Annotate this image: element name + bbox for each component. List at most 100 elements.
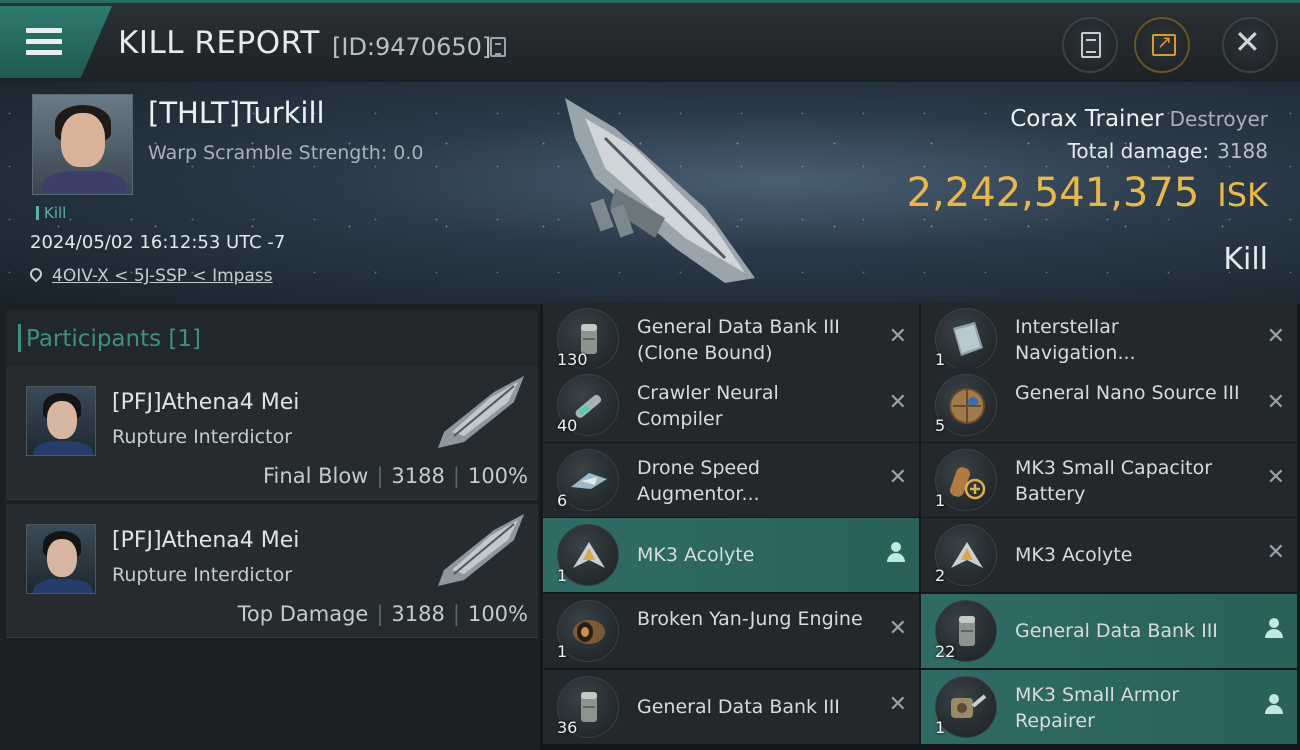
destroyed-icon: ✕ bbox=[1266, 540, 1285, 565]
kill-id: [ID:9470650] bbox=[332, 33, 492, 61]
item-quantity: 1 bbox=[935, 350, 946, 369]
kill-tag: Kill bbox=[36, 204, 66, 222]
participants-header: Participants [1] bbox=[6, 310, 538, 366]
participant-percent: 100% bbox=[467, 602, 528, 626]
item-row[interactable]: 1 Broken Yan-Jung Engine ✕ bbox=[543, 594, 919, 668]
share-icon bbox=[1152, 32, 1176, 56]
notes-button[interactable] bbox=[1062, 17, 1118, 73]
item-name: General Data Bank III (Clone Bound) bbox=[637, 316, 840, 364]
dropped-person-icon bbox=[887, 542, 905, 564]
item-quantity: 130 bbox=[557, 350, 588, 369]
share-button[interactable] bbox=[1134, 17, 1190, 73]
victim-summary: [THLT]Turkill Warp Scramble Strength: 0.… bbox=[0, 82, 1300, 304]
participant-ship: Rupture Interdictor bbox=[112, 426, 292, 448]
warp-scramble-strength: Warp Scramble Strength: 0.0 bbox=[148, 142, 424, 164]
item-name: Drone Speed Augmentor... bbox=[637, 457, 760, 505]
close-icon: ✕ bbox=[1234, 23, 1261, 61]
item-name: MK3 Acolyte bbox=[637, 544, 755, 566]
report-result: Kill bbox=[1223, 242, 1268, 277]
menu-button[interactable] bbox=[0, 6, 112, 78]
copy-icon[interactable] bbox=[490, 37, 506, 57]
item-name: General Data Bank III bbox=[637, 696, 840, 718]
item-name: General Nano Source III bbox=[1015, 382, 1240, 404]
participant-name: [PFJ]Athena4 Mei bbox=[112, 528, 300, 553]
destroyed-icon: ✕ bbox=[888, 324, 907, 349]
destroyed-icon: ✕ bbox=[1266, 324, 1285, 349]
item-row-dropped[interactable]: 22 General Data Bank III bbox=[921, 594, 1297, 668]
participant-role: Top Damage bbox=[237, 602, 369, 626]
item-row[interactable]: 1 Interstellar Navigation... ✕ bbox=[921, 302, 1297, 376]
item-quantity: 5 bbox=[935, 416, 946, 435]
item-quantity: 36 bbox=[557, 718, 578, 737]
participant-damage: 3188 bbox=[391, 464, 445, 488]
item-name: Interstellar Navigation... bbox=[1015, 316, 1136, 364]
item-name: MK3 Small Armor Repairer bbox=[1015, 684, 1180, 732]
total-damage: Total damage: 3188 bbox=[1068, 139, 1268, 163]
destroyed-icon: ✕ bbox=[888, 616, 907, 641]
destroyed-icon: ✕ bbox=[888, 465, 907, 490]
item-quantity: 2 bbox=[935, 566, 946, 585]
participant-ship-image bbox=[438, 376, 524, 448]
dropped-person-icon bbox=[1265, 618, 1283, 640]
item-row-dropped[interactable]: 1 MK3 Acolyte bbox=[543, 518, 919, 592]
victim-avatar[interactable] bbox=[32, 94, 133, 195]
location-link[interactable]: 4OIV-X < 5J-SSP < Impass bbox=[52, 266, 273, 286]
item-name: Crawler Neural Compiler bbox=[637, 382, 779, 430]
victim-name[interactable]: [THLT]Turkill bbox=[148, 96, 325, 130]
participant-stats: Final Blow | 3188 | 100% bbox=[263, 464, 528, 488]
item-row[interactable]: 6 Drone Speed Augmentor... ✕ bbox=[543, 443, 919, 517]
ship-class: Destroyer bbox=[1169, 107, 1268, 131]
item-quantity: 1 bbox=[557, 566, 568, 585]
item-row[interactable]: 5 General Nano Source III ✕ bbox=[921, 368, 1297, 442]
item-name: MK3 Acolyte bbox=[1015, 544, 1133, 566]
destroyed-icon: ✕ bbox=[888, 390, 907, 415]
isk-amount: 2,242,541,375 bbox=[906, 170, 1200, 216]
page-title: KILL REPORT bbox=[118, 25, 320, 61]
participant-ship-image bbox=[438, 514, 524, 586]
total-damage-value: 3188 bbox=[1217, 139, 1268, 163]
participant-percent: 100% bbox=[467, 464, 528, 488]
item-quantity: 1 bbox=[935, 491, 946, 510]
participant-role: Final Blow bbox=[263, 464, 369, 488]
victim-ship[interactable]: Corax Trainer Destroyer bbox=[1010, 106, 1268, 132]
kill-timestamp: 2024/05/02 16:12:53 UTC -7 bbox=[30, 232, 286, 253]
item-row-dropped[interactable]: 1 MK3 Small Armor Repairer bbox=[921, 670, 1297, 744]
destroyed-icon: ✕ bbox=[1266, 390, 1285, 415]
destroyed-icon: ✕ bbox=[1266, 465, 1285, 490]
item-quantity: 6 bbox=[557, 491, 568, 510]
participant-row[interactable]: [PFJ]Athena4 Mei Rupture Interdictor Top… bbox=[6, 504, 538, 638]
item-row[interactable]: 40 Crawler Neural Compiler ✕ bbox=[543, 368, 919, 442]
item-quantity: 1 bbox=[935, 718, 946, 737]
participants-panel: Participants [1] [PFJ]Athena4 Mei Ruptur… bbox=[0, 304, 540, 750]
item-quantity: 22 bbox=[935, 642, 956, 661]
victim-ship-image bbox=[565, 98, 755, 283]
ship-name: Corax Trainer bbox=[1010, 106, 1164, 132]
item-row[interactable]: 36 General Data Bank III ✕ bbox=[543, 670, 919, 744]
item-row[interactable]: 1 MK3 Small Capacitor Battery ✕ bbox=[921, 443, 1297, 517]
location-pin-icon bbox=[27, 265, 45, 283]
item-row[interactable]: 2 MK3 Acolyte ✕ bbox=[921, 518, 1297, 592]
avatar[interactable] bbox=[26, 524, 96, 594]
close-button[interactable]: ✕ bbox=[1222, 17, 1278, 73]
hamburger-icon bbox=[26, 28, 62, 61]
item-name: General Data Bank III bbox=[1015, 620, 1218, 642]
participant-damage: 3188 bbox=[391, 602, 445, 626]
item-quantity: 40 bbox=[557, 416, 578, 435]
item-name: Broken Yan-Jung Engine bbox=[637, 608, 863, 630]
participant-ship: Rupture Interdictor bbox=[112, 564, 292, 586]
item-quantity: 1 bbox=[557, 642, 568, 661]
participants-title: Participants [1] bbox=[18, 324, 201, 352]
item-name: MK3 Small Capacitor Battery bbox=[1015, 457, 1213, 505]
avatar[interactable] bbox=[26, 386, 96, 456]
participant-name: [PFJ]Athena4 Mei bbox=[112, 390, 300, 415]
isk-value: 2,242,541,375 ISK bbox=[907, 170, 1268, 216]
kill-location[interactable]: 4OIV-X < 5J-SSP < Impass bbox=[27, 265, 273, 286]
total-damage-label: Total damage: bbox=[1067, 139, 1210, 163]
top-bar: KILL REPORT [ID:9470650] ✕ bbox=[0, 0, 1300, 82]
participant-row[interactable]: [PFJ]Athena4 Mei Rupture Interdictor Fin… bbox=[6, 366, 538, 500]
isk-unit: ISK bbox=[1217, 176, 1268, 214]
destroyed-icon: ✕ bbox=[888, 692, 907, 717]
notepad-icon bbox=[1081, 32, 1101, 58]
participant-stats: Top Damage | 3188 | 100% bbox=[237, 602, 528, 626]
item-row[interactable]: 130 General Data Bank III (Clone Bound) … bbox=[543, 302, 919, 376]
